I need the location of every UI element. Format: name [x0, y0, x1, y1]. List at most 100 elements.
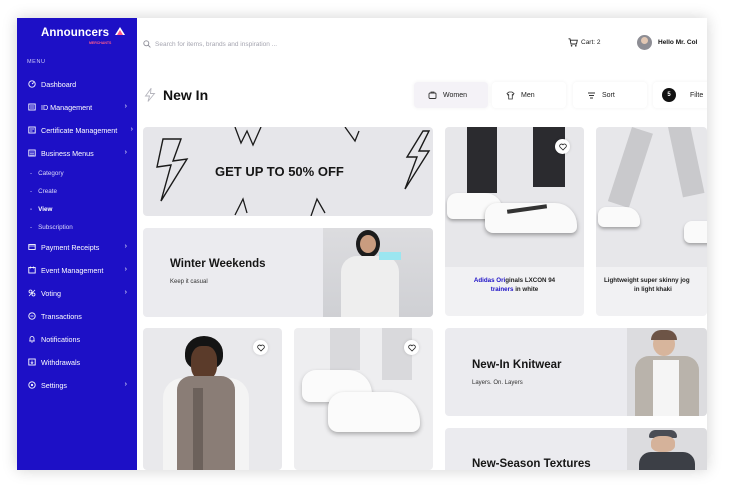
sale-title: GET UP TO 50% OFF — [215, 164, 344, 179]
event-icon — [28, 266, 36, 274]
page-title: New In — [163, 87, 209, 103]
filter-men[interactable]: Men — [492, 82, 566, 108]
user-menu[interactable]: Hello Mr. Col — [637, 35, 697, 50]
chevron-right-icon: › — [124, 103, 127, 110]
sort-icon — [588, 92, 595, 98]
sidebar-item-label: Notifications — [41, 334, 81, 344]
certificate-icon — [28, 126, 36, 134]
filter-button-label: Filte — [690, 91, 704, 99]
sidebar-item-label: Event Management — [41, 265, 104, 275]
withdrawal-icon — [28, 358, 36, 366]
sidebar-item-label: Voting — [41, 288, 61, 298]
winter-weekends-banner[interactable]: Winter Weekends Keep it casual — [143, 228, 433, 317]
dash-marker: - — [30, 223, 33, 231]
avatar — [637, 35, 652, 50]
sidebar-subitem-label: View — [38, 205, 53, 213]
men-icon — [506, 91, 515, 99]
knitwear-subtitle: Layers. On. Layers — [472, 380, 523, 386]
sidebar-item-id-management[interactable]: ID Management › — [17, 100, 137, 114]
winter-subtitle: Keep it casual — [170, 279, 208, 285]
dash-marker: - — [30, 187, 33, 195]
textures-title: New-Season Textures — [472, 458, 591, 470]
filter-label: Men — [521, 91, 535, 99]
lightning-icon — [144, 88, 156, 102]
sort-button[interactable]: Sort — [573, 82, 647, 108]
sidebar-item-notifications[interactable]: Notifications — [17, 332, 137, 346]
model-photo — [627, 328, 707, 416]
sidebar-item-settings[interactable]: Settings › — [17, 378, 137, 392]
lightning-decoration-icon — [156, 138, 189, 202]
wishlist-button[interactable] — [555, 139, 570, 154]
product-name-highlight: trainers — [490, 286, 514, 293]
chevron-right-icon: › — [130, 126, 133, 133]
business-icon — [28, 149, 36, 157]
sidebar-item-dashboard[interactable]: Dashboard — [17, 77, 137, 91]
sidebar-subitem-category[interactable]: - Category — [17, 167, 137, 179]
sidebar-item-label: Settings — [41, 380, 67, 390]
sidebar-item-label: Business Menus — [41, 148, 94, 158]
sidebar-item-transactions[interactable]: Transactions — [17, 309, 137, 323]
brand-logo[interactable]: Announcers — [41, 27, 109, 39]
sidebar-item-label: Payment Receipts — [41, 242, 100, 252]
settings-icon — [28, 381, 36, 389]
heart-icon — [256, 344, 265, 352]
logo-mark-icon — [115, 27, 125, 35]
chevron-right-icon: › — [124, 289, 127, 296]
sidebar-subitem-view[interactable]: - View — [17, 203, 137, 215]
wishlist-button[interactable] — [404, 340, 419, 355]
id-card-icon — [28, 103, 36, 111]
sidebar-subitem-label: Category — [38, 169, 64, 177]
sidebar-item-certificate-management[interactable]: Certificate Management › — [17, 123, 137, 137]
transactions-icon — [28, 312, 36, 320]
winter-title: Winter Weekends — [170, 258, 266, 270]
app-window: Announcers MERCHANTS MENU Dashboard ID M… — [17, 18, 707, 470]
product-name[interactable]: Adidas Originals LXCON 94 trainers in wh… — [445, 276, 584, 294]
sidebar-item-withdrawals[interactable]: Withdrawals — [17, 355, 137, 369]
model-photo — [323, 228, 433, 317]
cart-label: Cart: 2 — [581, 39, 601, 46]
sidebar-item-label: Dashboard — [41, 79, 77, 89]
filter-count-badge: 5 — [662, 88, 676, 102]
women-icon — [428, 91, 437, 99]
product-card[interactable] — [143, 328, 282, 470]
sidebar-item-voting[interactable]: Voting › — [17, 286, 137, 300]
search-icon — [143, 40, 151, 48]
lightning-decoration-icon — [344, 127, 360, 143]
sidebar-item-business-menus[interactable]: Business Menus › — [17, 146, 137, 160]
product-card[interactable] — [294, 328, 433, 470]
sidebar: Announcers MERCHANTS MENU Dashboard ID M… — [17, 18, 137, 470]
sidebar-subitem-subscription[interactable]: - Subscription — [17, 221, 137, 233]
voting-icon — [28, 289, 36, 297]
filter-button[interactable]: 5 Filte — [653, 82, 707, 108]
filter-label: Women — [443, 91, 467, 99]
knitwear-title: New-In Knitwear — [472, 359, 562, 371]
dash-marker: - — [30, 205, 33, 213]
sidebar-item-label: Withdrawals — [41, 357, 81, 367]
brand-subtitle: MERCHANTS — [89, 41, 112, 45]
product-name-rest: in white — [513, 286, 539, 293]
product-name-line1: Lightweight super skinny jog — [604, 277, 690, 284]
sidebar-item-payment-receipts[interactable]: Payment Receipts › — [17, 240, 137, 254]
lightning-decoration-icon — [234, 197, 326, 216]
search-input[interactable] — [155, 37, 335, 51]
user-greeting: Hello Mr. Col — [658, 39, 698, 46]
knitwear-banner[interactable]: New-In Knitwear Layers. On. Layers — [445, 328, 707, 416]
sidebar-subitem-create[interactable]: - Create — [17, 185, 137, 197]
wishlist-button[interactable] — [253, 340, 268, 355]
product-name[interactable]: Lightweight super skinny jog in light kh… — [604, 276, 707, 294]
filter-women[interactable]: Women — [414, 82, 488, 108]
product-name-rest: ginals LXCON 94 — [505, 277, 556, 284]
cart-icon — [568, 38, 578, 47]
product-name-line2: in light khaki — [634, 286, 672, 293]
model-photo — [627, 428, 707, 470]
product-card[interactable]: Adidas Originals LXCON 94 trainers in wh… — [445, 127, 584, 316]
product-image — [596, 127, 707, 267]
sale-banner[interactable]: GET UP TO 50% OFF — [143, 127, 433, 216]
sidebar-subitem-label: Subscription — [38, 223, 73, 231]
product-card[interactable]: Lightweight super skinny jog in light kh… — [596, 127, 707, 316]
sidebar-item-event-management[interactable]: Event Management › — [17, 263, 137, 277]
dash-marker: - — [30, 169, 33, 177]
cart-button[interactable]: Cart: 2 — [568, 38, 601, 47]
textures-banner[interactable]: New-Season Textures — [445, 428, 707, 470]
chevron-right-icon: › — [124, 266, 127, 273]
